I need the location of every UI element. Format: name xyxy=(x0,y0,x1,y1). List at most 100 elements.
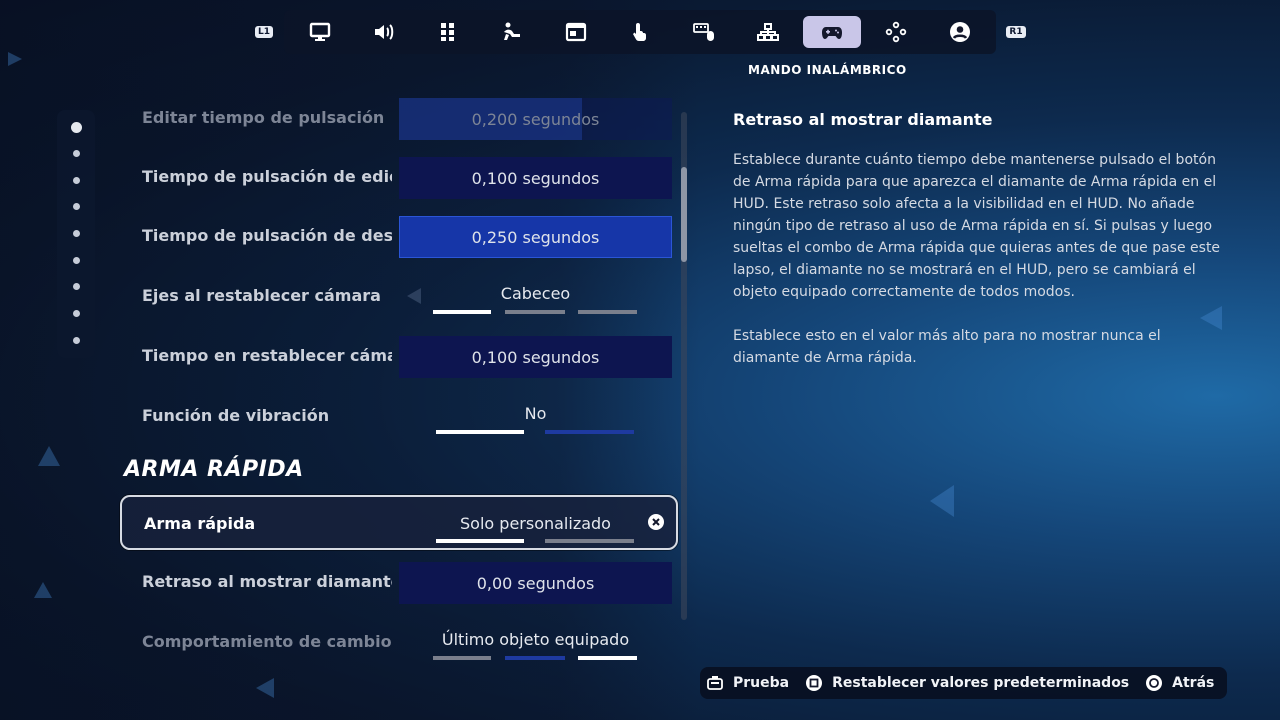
test-label: Prueba xyxy=(733,675,790,691)
section-indicator xyxy=(57,110,95,358)
setting-label: Editar tiempo de pulsación xyxy=(142,108,385,127)
account-icon xyxy=(950,22,970,42)
circle-button-icon xyxy=(1146,675,1163,691)
section-dot[interactable] xyxy=(73,177,80,184)
tab-network[interactable] xyxy=(736,10,800,54)
tab-touch[interactable] xyxy=(608,10,672,54)
tab-video[interactable] xyxy=(288,10,352,54)
option-selector[interactable]: Cabeceo xyxy=(399,274,672,320)
decor-triangle xyxy=(8,52,22,66)
selected-option: No xyxy=(524,404,547,423)
test-button[interactable]: Prueba xyxy=(706,674,789,692)
left-bumper-hint[interactable]: L1 xyxy=(248,10,280,54)
decor-triangle xyxy=(38,446,60,466)
option-segment-active[interactable] xyxy=(578,656,637,660)
selected-option: Cabeceo xyxy=(500,284,571,303)
network-icon xyxy=(757,23,779,41)
setting-slide-press-time[interactable]: Tiempo de pulsación de deslizamiento 0,2… xyxy=(120,214,678,260)
option-segment[interactable] xyxy=(505,310,565,314)
section-dot[interactable] xyxy=(73,337,80,344)
back-label: Atrás xyxy=(1172,675,1215,691)
tab-accessibility[interactable] xyxy=(480,10,544,54)
option-segment-active[interactable] xyxy=(433,310,491,314)
option-segment[interactable] xyxy=(545,430,634,434)
value-field[interactable]: 0,100 segundos xyxy=(399,157,672,199)
top-navigation: L1 R1 xyxy=(248,10,1032,54)
section-dot[interactable] xyxy=(73,310,80,317)
setting-edit-hold-time[interactable]: Editar tiempo de pulsación 0,200 segundo… xyxy=(120,96,678,142)
settings-scrollbar[interactable] xyxy=(681,112,687,620)
option-segment[interactable] xyxy=(578,310,637,314)
section-dot[interactable] xyxy=(73,150,80,157)
section-dot[interactable] xyxy=(73,257,80,264)
decor-triangle xyxy=(256,678,274,698)
touchpad-button-icon xyxy=(707,676,723,690)
description-body: Establece durante cuánto tiempo debe man… xyxy=(733,149,1223,391)
setting-label: Arma rápida xyxy=(144,514,256,533)
section-dot[interactable] xyxy=(73,230,80,237)
monitor-icon xyxy=(309,22,331,41)
settings-tabs xyxy=(284,10,996,54)
option-segment[interactable] xyxy=(545,539,634,543)
value-field[interactable]: 0,00 segundos xyxy=(399,562,672,604)
value-field[interactable]: 0,250 segundos xyxy=(399,216,672,258)
tab-controller-bindings[interactable] xyxy=(864,10,928,54)
setting-camera-reset-axes[interactable]: Ejes al restablecer cámara Cabeceo xyxy=(120,274,678,320)
selected-option: Último objeto equipado xyxy=(441,630,630,649)
tab-wireless-controller[interactable] xyxy=(803,16,861,48)
decor-triangle xyxy=(930,485,954,517)
section-title-quick-weapon: ARMA RÁPIDA xyxy=(124,457,304,482)
option-segment-active[interactable] xyxy=(436,539,524,543)
back-button[interactable]: Atrás xyxy=(1145,674,1214,692)
tab-audio[interactable] xyxy=(352,10,416,54)
description-paragraph: Establece durante cuánto tiempo debe man… xyxy=(733,152,1221,300)
clear-icon[interactable] xyxy=(648,514,664,530)
tab-hud[interactable] xyxy=(544,10,608,54)
value-field[interactable]: 0,200 segundos xyxy=(399,98,672,140)
setting-switch-behavior[interactable]: Comportamiento de cambio Último objeto e… xyxy=(120,620,678,666)
setting-edit-press-time[interactable]: Tiempo de pulsación de edición 0,100 seg… xyxy=(120,155,678,201)
square-button-icon xyxy=(806,675,823,691)
setting-label: Función de vibración xyxy=(142,406,330,425)
grid-icon xyxy=(441,23,454,41)
tab-game[interactable] xyxy=(416,10,480,54)
setting-label: Comportamiento de cambio xyxy=(142,632,392,651)
dpad-icon xyxy=(885,21,907,43)
option-segment[interactable] xyxy=(505,656,565,660)
value-text: 0,00 segundos xyxy=(476,573,595,593)
value-field[interactable]: 0,100 segundos xyxy=(399,336,672,378)
value-text: 0,100 segundos xyxy=(471,347,600,367)
section-dot-active[interactable] xyxy=(71,122,82,133)
tab-account[interactable] xyxy=(928,10,992,54)
setting-camera-reset-time[interactable]: Tiempo en restablecer cámara 0,100 segun… xyxy=(120,334,678,380)
touch-icon xyxy=(633,23,646,41)
option-selector[interactable]: Último objeto equipado xyxy=(399,620,672,666)
tab-keyboard-mouse[interactable] xyxy=(672,10,736,54)
description-paragraph: Establece esto en el valor más alto para… xyxy=(733,328,1161,366)
setting-label: Ejes al restablecer cámara xyxy=(142,286,381,305)
setting-quick-weapon[interactable]: Arma rápida Solo personalizado xyxy=(120,495,678,550)
option-segment-active[interactable] xyxy=(436,430,524,434)
r1-label: R1 xyxy=(1006,26,1026,38)
scrollbar-thumb[interactable] xyxy=(681,167,687,262)
setting-vibration[interactable]: Función de vibración No xyxy=(120,394,678,440)
value-text: 0,250 segundos xyxy=(471,227,600,247)
reset-defaults-button[interactable]: Restablecer valores predeterminados xyxy=(805,674,1129,692)
keyboard-mouse-icon xyxy=(693,23,714,41)
accessibility-icon xyxy=(504,22,520,40)
option-selector[interactable]: Solo personalizado xyxy=(399,500,672,546)
controller-icon xyxy=(822,27,842,39)
section-dot[interactable] xyxy=(73,283,80,290)
setting-label: Tiempo en restablecer cámara xyxy=(142,346,392,365)
speaker-icon xyxy=(375,24,394,40)
option-selector[interactable]: No xyxy=(399,394,672,440)
window-icon xyxy=(565,22,587,42)
value-text: 0,200 segundos xyxy=(471,109,600,129)
active-tab-caption: MANDO INALÁMBRICO xyxy=(748,63,907,77)
section-dot[interactable] xyxy=(73,203,80,210)
value-text: 0,100 segundos xyxy=(471,168,600,188)
selected-option: Solo personalizado xyxy=(460,514,611,533)
right-bumper-hint[interactable]: R1 xyxy=(1000,10,1032,54)
option-segment[interactable] xyxy=(433,656,491,660)
setting-diamond-delay[interactable]: Retraso al mostrar diamante 0,00 segundo… xyxy=(120,560,678,606)
